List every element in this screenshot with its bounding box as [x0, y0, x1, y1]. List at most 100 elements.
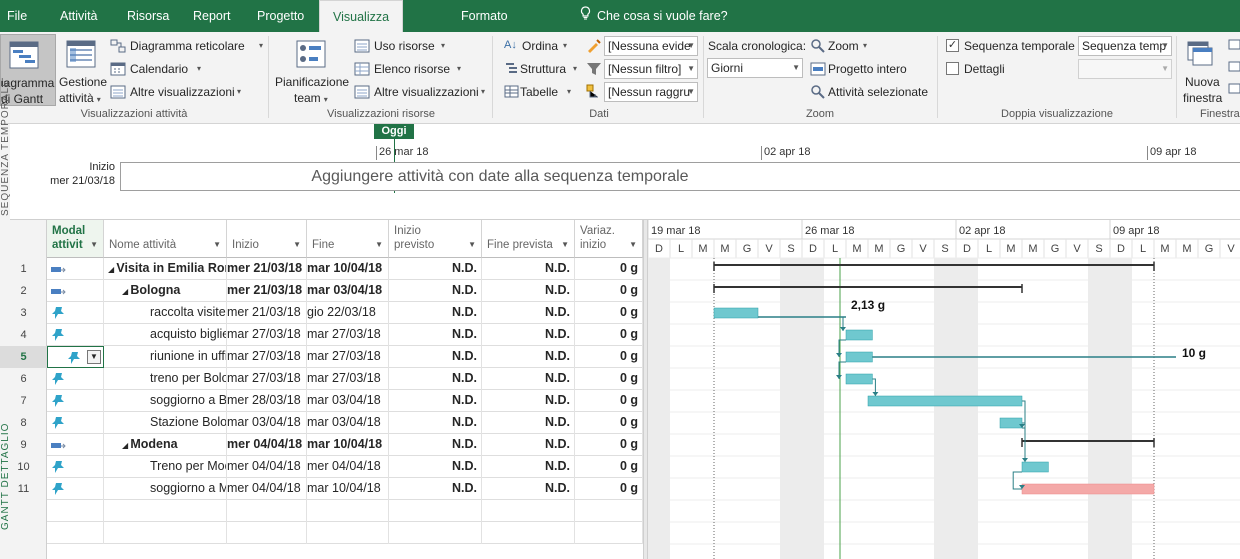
name-cell[interactable]: ◢ Bologna — [104, 280, 227, 302]
table-row[interactable]: ◢ Bologna mer 21/03/18 mar 03/04/18 N.D. N.D… — [47, 280, 643, 302]
finish-cell[interactable]: mar 27/03/18 — [307, 368, 389, 390]
tab-file[interactable]: File — [7, 0, 27, 32]
finish-cell[interactable]: gio 22/03/18 — [307, 302, 389, 324]
group-by-combo[interactable]: [Nessun raggru ▼ — [604, 82, 698, 102]
task-bar[interactable] — [845, 373, 873, 385]
bstart-cell[interactable]: N.D. — [389, 390, 482, 412]
calendar-button[interactable]: Calendario ▾ — [110, 59, 270, 79]
start-cell[interactable]: mer 21/03/18 — [227, 302, 307, 324]
table-row[interactable]: Stazione Bolognamar 03/04/18mar 03/04/18… — [47, 412, 643, 434]
var-cell[interactable]: 0 g — [575, 434, 643, 456]
start-cell[interactable]: mer 21/03/18 — [227, 280, 307, 302]
network-diagram-button[interactable]: Diagramma reticolare ▾ — [110, 36, 270, 56]
var-cell[interactable]: 0 g — [575, 346, 643, 368]
start-cell[interactable] — [227, 500, 307, 522]
timescale-combo[interactable]: Giorni ▼ — [707, 58, 803, 78]
table-row[interactable]: raccolta visite mer 21/03/18 gio 22/03/18 N… — [47, 302, 643, 324]
tab-report[interactable]: Report — [193, 0, 231, 32]
bstart-cell[interactable] — [389, 522, 482, 544]
finish-cell[interactable] — [307, 522, 389, 544]
name-cell[interactable]: ◢ Visita in Emilia Romagna — [104, 258, 227, 280]
var-cell[interactable]: 0 g — [575, 390, 643, 412]
zoom-button[interactable]: Zoom ▾ — [810, 36, 880, 56]
row-number[interactable]: 7 — [0, 390, 47, 412]
mode-cell[interactable] — [47, 258, 104, 280]
bstart-cell[interactable]: N.D. — [389, 302, 482, 324]
new-window-button[interactable]: Nuova finestra — [1180, 34, 1226, 106]
row-number[interactable] — [0, 500, 47, 522]
tell-me-box[interactable]: Che cosa si vuole fare? — [580, 0, 728, 32]
task-bar[interactable] — [867, 395, 1023, 407]
row-number[interactable]: 1 — [0, 258, 47, 280]
selected-tasks-button[interactable]: Attività selezionate — [810, 82, 934, 102]
other-views-button[interactable]: Altre visualizzazioni ▾ — [110, 82, 270, 102]
tables-button[interactable]: Tabelle ▾ — [504, 82, 584, 102]
bstart-cell[interactable]: N.D. — [389, 434, 482, 456]
mode-cell[interactable]: ▼ — [47, 346, 104, 368]
bstart-cell[interactable]: N.D. — [389, 412, 482, 434]
resource-usage-button[interactable]: Uso risorse ▾ — [354, 36, 484, 56]
var-cell[interactable]: 0 g — [575, 258, 643, 280]
row-number[interactable]: 5 — [0, 346, 47, 368]
task-bar[interactable] — [713, 307, 759, 319]
mode-cell[interactable] — [47, 412, 104, 434]
finish-cell[interactable]: mar 10/04/18 — [307, 258, 389, 280]
window-arrange-icons[interactable] — [1228, 38, 1240, 98]
start-cell[interactable]: mer 04/04/18 — [227, 478, 307, 500]
filter-combo[interactable]: [Nessun filtro] ▼ — [604, 59, 698, 79]
bfinish-cell[interactable]: N.D. — [482, 412, 575, 434]
bfinish-cell[interactable]: N.D. — [482, 478, 575, 500]
start-cell[interactable]: mar 27/03/18 — [227, 368, 307, 390]
name-cell[interactable]: soggiorno a Bologna — [104, 390, 227, 412]
row-number[interactable]: 4 — [0, 324, 47, 346]
tab-formato[interactable]: Formato — [461, 0, 508, 32]
bfinish-cell[interactable]: N.D. — [482, 258, 575, 280]
finish-cell[interactable]: mar 03/04/18 — [307, 280, 389, 302]
details-view-combo[interactable]: ▼ — [1078, 59, 1172, 79]
name-cell[interactable]: ◢ Modena — [104, 434, 227, 456]
bfinish-cell[interactable]: N.D. — [482, 368, 575, 390]
var-cell[interactable]: 0 g — [575, 412, 643, 434]
task-bar[interactable] — [845, 351, 873, 363]
bfinish-cell[interactable]: N.D. — [482, 456, 575, 478]
table-row[interactable]: acquisto bigliettimar 27/03/18mar 27/03/… — [47, 324, 643, 346]
outline-button[interactable]: Struttura ▾ — [504, 59, 584, 79]
row-number[interactable]: 10 — [0, 456, 47, 478]
row-number[interactable]: 6 — [0, 368, 47, 390]
other-resource-views-button[interactable]: Altre visualizzazioni ▾ — [354, 82, 488, 102]
name-cell[interactable] — [104, 522, 227, 544]
start-cell[interactable]: mer 04/04/18 — [227, 434, 307, 456]
finish-cell[interactable]: mar 03/04/18 — [307, 412, 389, 434]
row-number[interactable]: 3 — [0, 302, 47, 324]
timeline-checkbox[interactable]: ✓ — [946, 39, 959, 52]
name-cell[interactable]: riunione in ufficio — [104, 346, 227, 368]
mode-cell[interactable] — [47, 522, 104, 544]
bfinish-cell[interactable] — [482, 500, 575, 522]
column-header-mode[interactable]: Modal attivit ▼ — [47, 220, 104, 258]
finish-cell[interactable]: mar 27/03/18 — [307, 346, 389, 368]
var-cell[interactable] — [575, 500, 643, 522]
bstart-cell[interactable]: N.D. — [389, 456, 482, 478]
var-cell[interactable]: 0 g — [575, 478, 643, 500]
column-header-start-variance[interactable]: Variaz. inizio ▼ — [575, 220, 643, 258]
table-row[interactable]: ◢ Modena mer 04/04/18 mar 10/04/18 N.D. N.D.… — [47, 434, 643, 456]
start-cell[interactable]: mer 04/04/18 — [227, 456, 307, 478]
details-checkbox[interactable] — [946, 62, 959, 75]
mode-cell[interactable] — [47, 456, 104, 478]
bfinish-cell[interactable] — [482, 522, 575, 544]
tab-visualizza[interactable]: Visualizza — [319, 0, 404, 32]
mode-cell[interactable] — [47, 302, 104, 324]
row-number[interactable]: 9 — [0, 434, 47, 456]
highlight-combo[interactable]: [Nessuna evide ▼ — [604, 36, 698, 56]
task-bar[interactable] — [1021, 461, 1049, 473]
bstart-cell[interactable]: N.D. — [389, 258, 482, 280]
empty-row[interactable] — [47, 522, 643, 544]
mode-cell[interactable] — [47, 478, 104, 500]
start-cell[interactable]: mar 27/03/18 — [227, 346, 307, 368]
finish-cell[interactable]: mar 27/03/18 — [307, 324, 389, 346]
var-cell[interactable]: 0 g — [575, 456, 643, 478]
bstart-cell[interactable]: N.D. — [389, 368, 482, 390]
table-row[interactable]: treno per Bolognamar 27/03/18mar 27/03/1… — [47, 368, 643, 390]
bstart-cell[interactable]: N.D. — [389, 324, 482, 346]
name-cell[interactable]: acquisto biglietti — [104, 324, 227, 346]
